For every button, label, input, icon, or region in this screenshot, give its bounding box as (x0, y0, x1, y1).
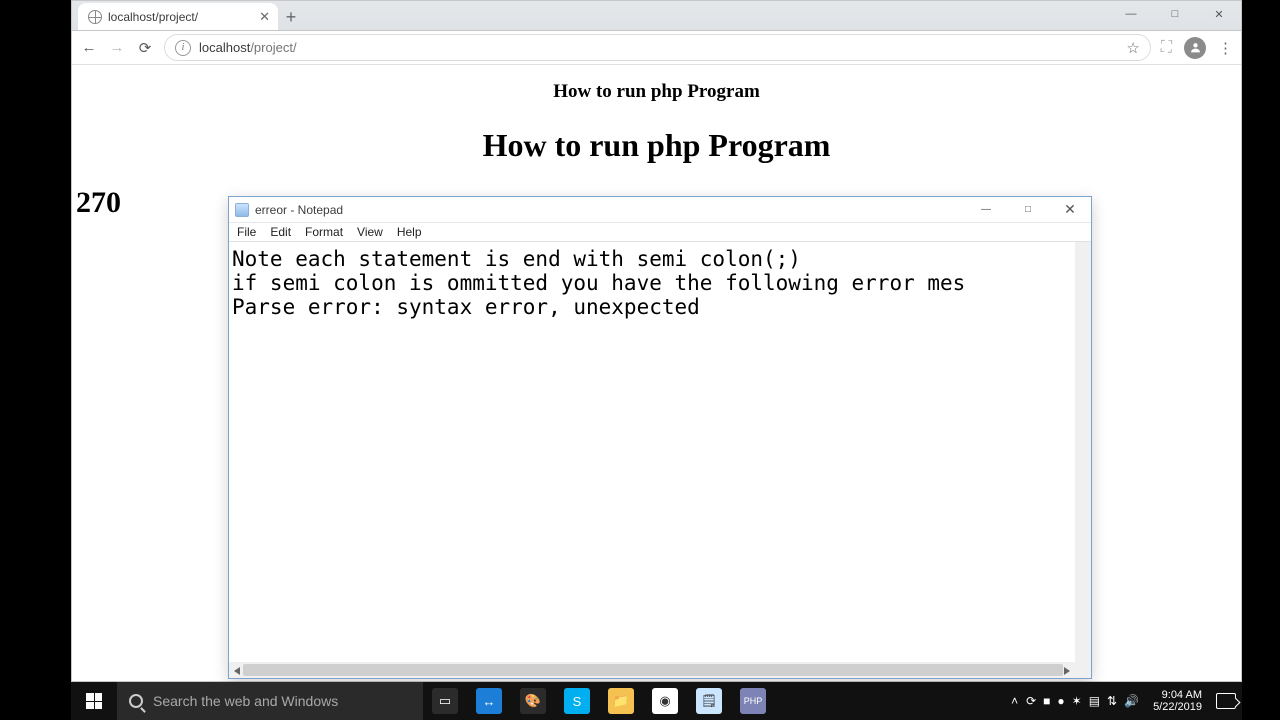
browser-window-controls: — □ ✕ (1109, 1, 1241, 27)
avast-icon[interactable]: ● (1057, 694, 1064, 708)
xampp-icon[interactable]: ✶ (1072, 694, 1082, 708)
notepad-vertical-scrollbar[interactable] (1075, 242, 1091, 662)
notepad-close-button[interactable]: ✕ (1049, 197, 1091, 222)
file-explorer-icon[interactable]: 📁 (599, 682, 643, 720)
notepad-text-area[interactable]: Note each statement is end with semi col… (229, 242, 1091, 662)
volume-icon[interactable]: 🔊 (1124, 694, 1139, 708)
search-placeholder: Search the web and Windows (153, 693, 338, 709)
scrollbar-thumb[interactable] (243, 664, 1063, 676)
profile-avatar[interactable] (1184, 37, 1206, 59)
page-heading-small: How to run php Program (76, 81, 1237, 103)
globe-icon (88, 10, 102, 24)
notepad-maximize-button[interactable]: □ (1007, 197, 1049, 222)
notepad-menu-help[interactable]: Help (397, 225, 422, 239)
browser-menu-button[interactable]: ⋮ (1218, 39, 1233, 57)
browser-maximize-button[interactable]: □ (1153, 1, 1197, 27)
sync-icon[interactable]: ⟳ (1026, 694, 1036, 708)
paint-icon-glyph: 🎨 (520, 688, 546, 714)
clock-time: 9:04 AM (1153, 689, 1202, 701)
start-button[interactable] (71, 682, 117, 720)
skype-icon-glyph: S (564, 688, 590, 714)
taskbar-apps: ▭ ↔ 🎨 S 📁 ◉ 🗒 PHP (423, 682, 775, 720)
defender-icon[interactable]: ■ (1043, 694, 1050, 708)
chrome-icon[interactable]: ◉ (643, 682, 687, 720)
notepad-titlebar[interactable]: erreor - Notepad — □ ✕ (229, 197, 1091, 223)
notepad-menu-file[interactable]: File (237, 225, 256, 239)
notepad-title-text: erreor - Notepad (255, 203, 343, 217)
notepad-icon-glyph: 🗒 (696, 688, 722, 714)
file-explorer-icon-glyph: 📁 (608, 688, 634, 714)
skype-icon[interactable]: S (555, 682, 599, 720)
tab-title: localhost/project/ (108, 10, 198, 24)
task-view-icon[interactable]: ▭ (423, 682, 467, 720)
forward-button[interactable]: → (108, 39, 126, 56)
site-info-icon[interactable]: i (175, 40, 191, 56)
extension-icon[interactable]: ⛶ (1161, 39, 1172, 57)
notepad-horizontal-scrollbar[interactable] (229, 662, 1091, 678)
notepad-app-icon (235, 203, 249, 217)
url-path: /project/ (250, 40, 296, 55)
notepad-menu-edit[interactable]: Edit (270, 225, 291, 239)
taskbar-clock[interactable]: 9:04 AM 5/22/2019 (1147, 689, 1208, 713)
teamviewer-icon[interactable]: ↔ (467, 682, 511, 720)
tab-close-button[interactable]: ✕ (259, 9, 270, 25)
reload-button[interactable]: ⟳ (136, 39, 154, 57)
notepad-menu-format[interactable]: Format (305, 225, 343, 239)
wifi-icon[interactable]: ⇅ (1107, 694, 1117, 708)
search-icon (129, 694, 143, 708)
browser-tab[interactable]: localhost/project/ ✕ (78, 3, 278, 30)
notepad-minimize-button[interactable]: — (965, 197, 1007, 222)
back-button[interactable]: ← (80, 39, 98, 56)
address-bar[interactable]: i localhost/project/ ☆ (164, 34, 1151, 61)
url-host: localhost (199, 40, 250, 55)
windows-logo-icon (86, 693, 102, 709)
taskbar: Search the web and Windows ▭ ↔ 🎨 S 📁 ◉ 🗒 PHP ˄ … (71, 682, 1242, 720)
browser-toolbar: ← → ⟳ i localhost/project/ ☆ ⛶ ⋮ (72, 31, 1241, 65)
notepad-icon[interactable]: 🗒 (687, 682, 731, 720)
network-icon[interactable]: ▤ (1089, 694, 1100, 708)
paint-icon[interactable]: 🎨 (511, 682, 555, 720)
notepad-menubar: File Edit Format View Help (229, 223, 1091, 242)
browser-minimize-button[interactable]: — (1109, 1, 1153, 27)
tray-chevron-icon[interactable]: ˄ (1011, 694, 1018, 708)
taskbar-search[interactable]: Search the web and Windows (117, 682, 423, 720)
action-center-icon[interactable] (1216, 693, 1236, 709)
notepad-text: Note each statement is end with semi col… (232, 247, 965, 319)
teamviewer-icon-glyph: ↔ (476, 688, 502, 714)
tab-strip: localhost/project/ ✕ + (72, 1, 1241, 31)
bookmark-star-icon[interactable]: ☆ (1126, 39, 1139, 57)
clock-date: 5/22/2019 (1153, 701, 1202, 713)
php-icon-glyph: PHP (740, 688, 766, 714)
new-tab-button[interactable]: + (278, 4, 304, 30)
php-icon[interactable]: PHP (731, 682, 775, 720)
notepad-window: erreor - Notepad — □ ✕ File Edit Format Vie… (228, 196, 1092, 679)
system-tray: ˄ ⟳ ■ ● ✶ ▤ ⇅ 🔊 9:04 AM 5/22/2019 (1011, 682, 1242, 720)
browser-close-button[interactable]: ✕ (1197, 1, 1241, 27)
task-view-icon-glyph: ▭ (432, 688, 458, 714)
notepad-menu-view[interactable]: View (357, 225, 383, 239)
chrome-icon-glyph: ◉ (652, 688, 678, 714)
page-heading-large: How to run php Program (76, 127, 1237, 164)
